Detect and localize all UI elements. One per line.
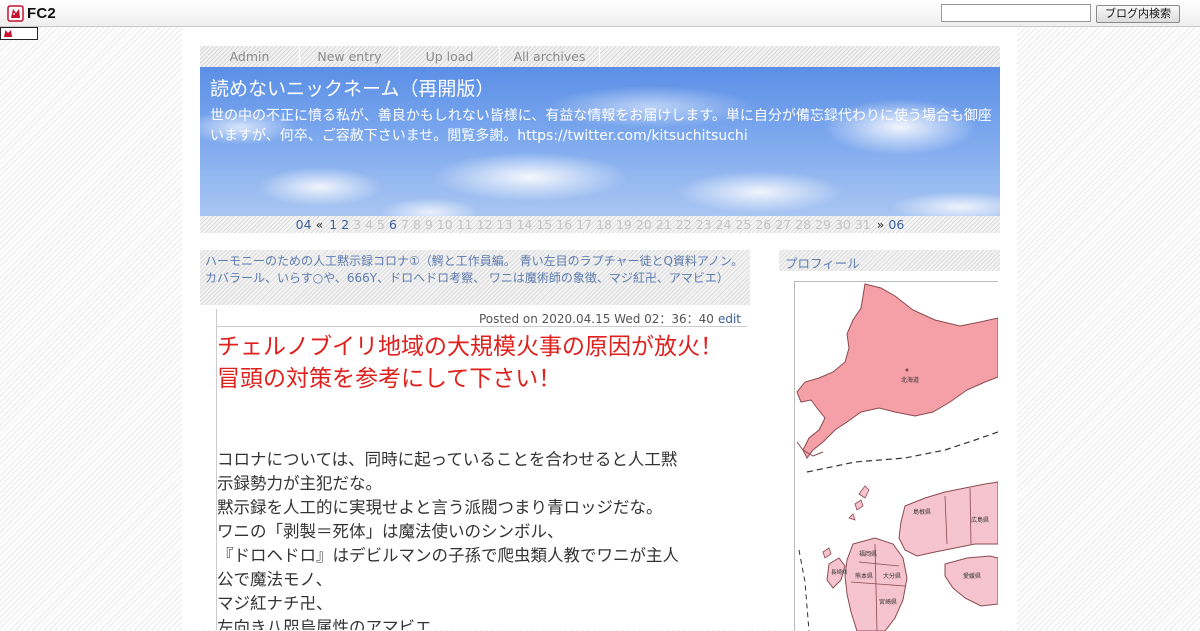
pager-next-symbol: » xyxy=(876,217,885,232)
body-line: 黙示録を人工的に実現せよと言う派閥つまり青ロッジだな。 xyxy=(217,498,663,517)
nav-admin[interactable]: Admin xyxy=(200,46,300,67)
pager-day-14: 14 xyxy=(516,217,533,232)
fc2-badge[interactable] xyxy=(0,27,38,40)
pager-day-27: 27 xyxy=(775,217,792,232)
blog-search-input[interactable] xyxy=(941,4,1091,22)
entry-body-text: コロナについては、同時に起っていることを合わせると人工黙 示録勢力が主犯だな。黙示… xyxy=(217,448,732,630)
body-line: 左向き八咫烏属性のアマビエ xyxy=(217,618,432,630)
pager-day-25: 25 xyxy=(735,217,752,232)
fc2-fox-icon xyxy=(7,4,24,22)
entry-posted: Posted on 2020.04.15 Wed 02：36：40 edit xyxy=(479,310,741,327)
nav-all-archives[interactable]: All archives xyxy=(500,46,600,67)
map-hokkaido xyxy=(796,283,998,459)
fc2-logo-text: FC2 xyxy=(27,4,56,22)
japan-map-graphic: 北海道 広島県 島根県 愛媛県 福岡県 大分県 熊本県 宮崎県 長崎県 xyxy=(796,283,998,631)
sidebar-profile-header: プロフィール xyxy=(779,250,1000,271)
nav-upload[interactable]: Up load xyxy=(400,46,500,67)
pager-day-30: 30 xyxy=(834,217,851,232)
map-label-hokkaido: 北海道 xyxy=(901,376,919,384)
calendar-pager: 04 «1 2 3 4 5 6 7 8 9 10 11 12 13 14 15 16 17 18 19 20 21 22 23… xyxy=(200,216,1000,233)
pager-day-2[interactable]: 2 xyxy=(341,217,349,232)
body-line: 『ドロヘドロ』はデビルマンの子孫で爬虫類人教でワニが主人 xyxy=(217,546,679,565)
pager-day-18: 18 xyxy=(596,217,612,232)
fc2-fox-small-icon xyxy=(4,30,12,37)
pager-day-6[interactable]: 6 xyxy=(389,217,397,232)
entry-headline: チェルノブイリ地域の大規模火事の原因が放火！ 冒頭の対策を参考にして下さい！ xyxy=(217,331,732,395)
blog-search-button[interactable]: ブログ内検索 xyxy=(1096,5,1180,23)
pager-day-11: 11 xyxy=(456,217,473,232)
map-label-fukuoka: 福岡県 xyxy=(859,550,877,558)
pager-prev-symbol: « xyxy=(315,217,324,232)
entry-posted-date: Posted on 2020.04.15 Wed 02：36：40 xyxy=(478,312,714,326)
pager-day-7: 7 xyxy=(400,217,409,232)
headline-line: 冒頭の対策を参考にして下さい！ xyxy=(217,366,562,392)
headline-line: チェルノブイリ地域の大規模火事の原因が放火！ xyxy=(217,334,723,360)
pager-prev-month[interactable]: 04 xyxy=(296,217,312,232)
pager-day-9: 9 xyxy=(424,217,433,232)
pager-day-1[interactable]: 1 xyxy=(329,217,337,232)
body-line: ワニの「剥製＝死体」は魔法使いのシンボル、 xyxy=(217,522,564,541)
pager-day-28: 28 xyxy=(795,217,812,232)
map-label-hiroshima: 広島県 xyxy=(971,516,989,524)
blog-header: 読めないニックネーム（再開版） 世の中の不正に憤る私が、善良かもしれない皆様に、… xyxy=(200,67,1000,216)
map-label-shimane: 島根県 xyxy=(913,508,931,516)
map-label-nagasaki: 長崎県 xyxy=(831,568,848,576)
entry-body: Posted on 2020.04.15 Wed 02：36：40 edit チェ… xyxy=(216,309,747,630)
pager-next-month[interactable]: 06 xyxy=(888,217,904,232)
body-line: 公で魔法モノ、 xyxy=(217,570,333,589)
pager-days: 1 2 3 4 5 6 7 8 9 10 11 12 13 14 15 16 17 18 19 20 21 22 23 24 2… xyxy=(327,217,873,232)
pager-day-16: 16 xyxy=(556,217,573,232)
body-line: マジ紅ナチ卍、 xyxy=(217,594,333,613)
blog-title[interactable]: 読めないニックネーム（再開版） xyxy=(210,74,494,101)
map-label-ehime: 愛媛県 xyxy=(963,572,981,580)
body-line: コロナについては、同時に起っていることを合わせると人工黙 xyxy=(217,450,678,469)
pager-day-4: 4 xyxy=(365,217,374,232)
fc2-logo[interactable]: FC2 xyxy=(7,4,56,22)
admin-nav: Admin New entry Up load All archives xyxy=(200,46,1000,67)
map-shikoku xyxy=(944,555,998,607)
pager-day-15: 15 xyxy=(536,217,553,232)
pager-day-29: 29 xyxy=(815,217,831,232)
pager-day-13: 13 xyxy=(496,217,513,232)
entry-title-bar: ハーモニーのための人工黙示録コロナ①（鰐と工作員編。 青い左目のラプチャー徒とQ… xyxy=(200,250,750,305)
entry-title[interactable]: ハーモニーのための人工黙示録コロナ①（鰐と工作員編。 青い左目のラプチャー徒とQ… xyxy=(205,253,745,287)
map-label-kumamoto: 熊本県 xyxy=(855,572,873,580)
blog-container: Admin New entry Up load All archives 読めな… xyxy=(182,27,1017,631)
pager-day-19: 19 xyxy=(615,217,632,232)
pager-day-5: 5 xyxy=(377,217,385,232)
fc2-topbar: FC2 ブログ内検索 xyxy=(0,0,1200,27)
pager-day-21: 21 xyxy=(655,217,672,232)
pager-day-22: 22 xyxy=(675,217,692,232)
blog-description: 世の中の不正に憤る私が、善良かもしれない皆様に、有益な情報をお届けします。単に自… xyxy=(210,108,992,144)
map-label-miyazaki: 宮崎県 xyxy=(879,598,897,606)
sidebar-profile-title: プロフィール xyxy=(785,256,860,271)
pager-day-8: 8 xyxy=(412,217,421,232)
pager-day-20: 20 xyxy=(635,217,652,232)
map-label-oita: 大分県 xyxy=(883,572,901,580)
pager-day-10: 10 xyxy=(436,217,453,232)
posted-divider xyxy=(217,326,747,327)
entry-edit-link[interactable]: edit xyxy=(718,312,741,326)
pager-day-26: 26 xyxy=(755,217,772,232)
pager-day-23: 23 xyxy=(695,217,712,232)
pager-day-31: 31 xyxy=(854,217,871,232)
pager-day-24: 24 xyxy=(715,217,732,232)
pager-day-12: 12 xyxy=(476,217,493,232)
body-line: 示録勢力が主犯だな。 xyxy=(217,474,382,493)
nav-new-entry[interactable]: New entry xyxy=(300,46,400,67)
pager-day-17: 17 xyxy=(576,217,593,232)
profile-map-image: 北海道 広島県 島根県 愛媛県 福岡県 大分県 熊本県 宮崎県 長崎県 xyxy=(794,281,998,631)
pager-day-3: 3 xyxy=(353,217,362,232)
